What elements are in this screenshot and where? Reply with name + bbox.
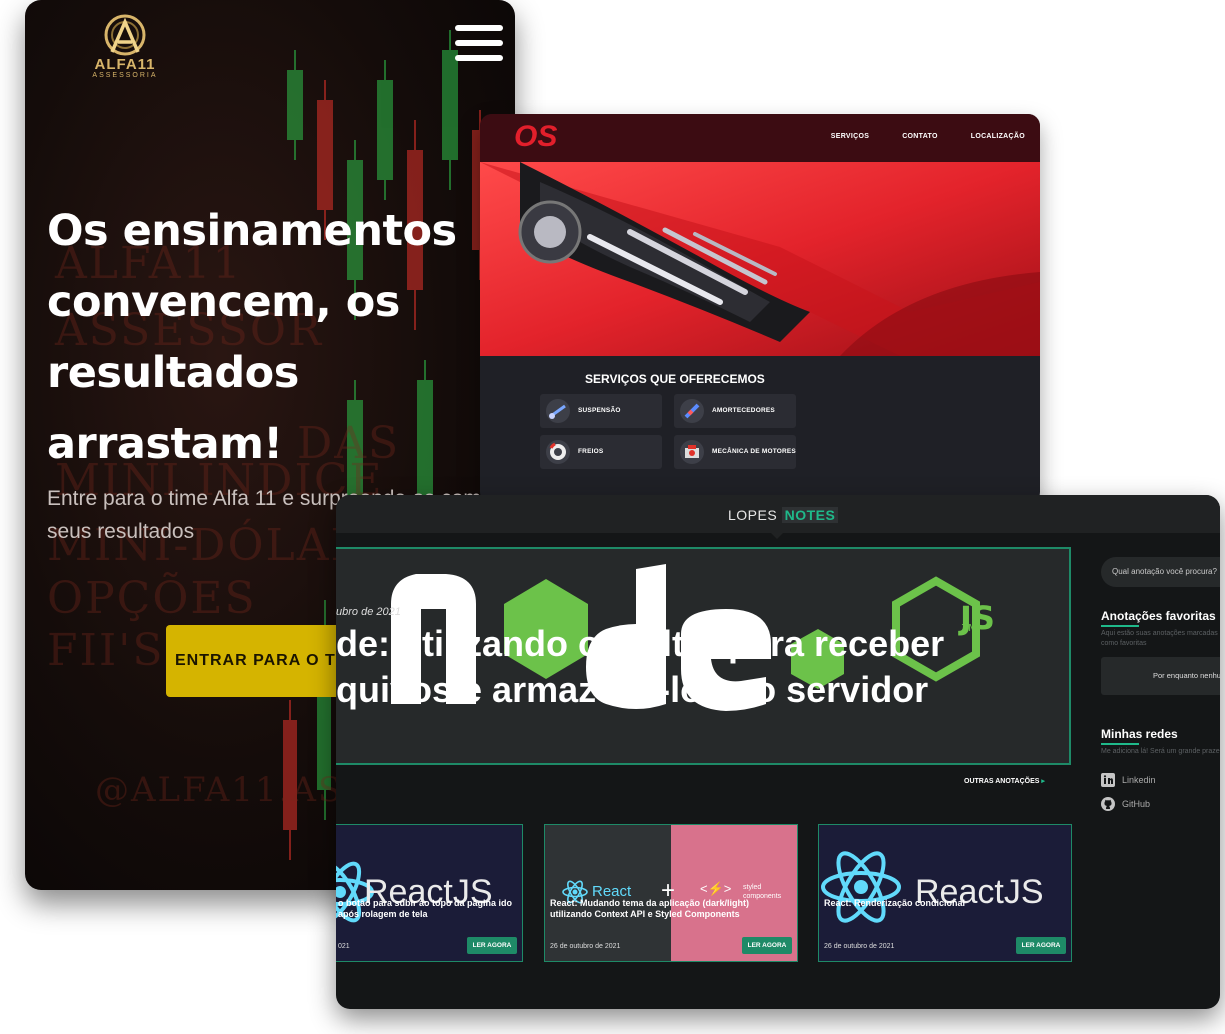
favorites-heading: Anotações favoritas bbox=[1101, 609, 1216, 627]
featured-note-card[interactable]: JS TM ubro de 2021 de: utilizando o Mult… bbox=[336, 547, 1071, 765]
lopes-notes-screen: LOPES NOTES JS TM ubro de 2021 de: utili… bbox=[336, 495, 1220, 1009]
post-date: 26 de outubro de 2021 bbox=[550, 943, 621, 950]
site-title-b: NOTES bbox=[781, 507, 839, 523]
styled-components-icon: <⚡> bbox=[700, 881, 732, 896]
top-navbar: OS SERVIÇOS CONTATO LOCALIZAÇÃO bbox=[480, 114, 1040, 162]
service-label: SUSPENSÃO bbox=[578, 407, 621, 414]
github-label: GitHub bbox=[1122, 799, 1151, 809]
favorites-description: Aqui estão suas anotações marcadas como … bbox=[1101, 630, 1218, 647]
logo-subtitle: ASSESSORIA bbox=[92, 72, 158, 79]
post-card[interactable]: ReactJS React: Renderização condicional … bbox=[818, 824, 1072, 962]
site-title-a: LOPES bbox=[728, 507, 778, 523]
suspension-icon bbox=[546, 399, 570, 423]
service-label: MECÂNICA DE MOTORES bbox=[712, 448, 796, 455]
nav-link-location[interactable]: LOCALIZAÇÃO bbox=[971, 133, 1025, 140]
other-notes-label: OUTRAS ANOTAÇÕES bbox=[964, 778, 1040, 785]
nav-link-services[interactable]: SERVIÇOS bbox=[831, 133, 869, 140]
post-date: 26 de outubro de 2021 bbox=[824, 943, 895, 950]
linkedin-icon bbox=[1101, 773, 1115, 787]
favorites-empty-box: Por enquanto nenhuma bbox=[1101, 657, 1220, 695]
read-now-button[interactable]: LER AGORA bbox=[467, 937, 517, 954]
read-now-button[interactable]: LER AGORA bbox=[742, 937, 792, 954]
notes-header: LOPES NOTES bbox=[336, 495, 1220, 539]
networks-heading: Minhas redes bbox=[1101, 727, 1178, 745]
post-date: 021 bbox=[338, 943, 350, 950]
brand-logo[interactable]: OS bbox=[514, 120, 557, 154]
showcase-stage: ALFA11 ASSESSOR MINI ÍNDICE MINI-DÓLAR O… bbox=[0, 0, 1225, 1034]
service-card-shock-absorbers[interactable]: AMORTECEDORES bbox=[674, 394, 796, 428]
post-title: React: Mudando tema da aplicação (dark/l… bbox=[550, 898, 750, 919]
featured-title-line: de: utilizando o Multer para receber bbox=[336, 623, 945, 664]
hamburger-menu-icon[interactable] bbox=[455, 25, 503, 65]
networks-description: Me adiciona lá! Será um grande prazer bbox=[1101, 748, 1220, 755]
chevron-right-icon: ▸ bbox=[1041, 778, 1045, 785]
bg-word: @ALFA11.ASS bbox=[95, 770, 368, 810]
logo-name: ALFA11 bbox=[94, 56, 156, 73]
featured-title-line: quivos e armazená-los no servidor bbox=[336, 669, 929, 710]
logo-emblem-icon bbox=[104, 14, 146, 56]
services-title: SERVIÇOS QUE OFERECEMOS bbox=[585, 372, 765, 386]
engine-icon bbox=[680, 440, 704, 464]
service-card-suspension[interactable]: SUSPENSÃO bbox=[540, 394, 662, 428]
hero-car-image bbox=[480, 162, 1040, 356]
post-title: o botão para subir ao topo da página ido… bbox=[338, 898, 513, 919]
hero-headline: Os ensinamentos convencem, os resultados… bbox=[47, 206, 457, 469]
bg-word: OPÇÕES bbox=[47, 573, 257, 624]
linkedin-link[interactable]: Linkedin bbox=[1101, 773, 1156, 787]
red-car-headlight-image bbox=[480, 162, 1040, 356]
post-card[interactable]: React + <⚡> styled components React: Mud… bbox=[544, 824, 798, 962]
linkedin-label: Linkedin bbox=[1122, 775, 1156, 785]
service-label: AMORTECEDORES bbox=[712, 407, 775, 414]
shock-absorber-icon bbox=[680, 399, 704, 423]
header-pointer bbox=[771, 533, 783, 539]
bg-word: FII'S bbox=[47, 625, 165, 676]
brake-disc-icon bbox=[546, 440, 570, 464]
featured-date: ubro de 2021 bbox=[336, 606, 401, 618]
car-services-screen: OS SERVIÇOS CONTATO LOCALIZAÇÃO SERVIÇOS… bbox=[480, 114, 1040, 504]
post-title: React: Renderização condicional bbox=[824, 898, 966, 908]
github-icon bbox=[1101, 797, 1115, 811]
alfa11-logo[interactable]: ALFA11 ASSESSORIA bbox=[70, 12, 180, 82]
other-notes-link[interactable]: OUTRAS ANOTAÇÕES ▸ bbox=[964, 777, 1045, 785]
nav-link-contact[interactable]: CONTATO bbox=[902, 133, 938, 140]
service-card-brakes[interactable]: FREIOS bbox=[540, 435, 662, 469]
featured-title[interactable]: de: utilizando o Multer para receber qui… bbox=[336, 621, 1069, 713]
site-title[interactable]: LOPES NOTES bbox=[728, 507, 839, 523]
service-card-engine[interactable]: MECÂNICA DE MOTORES bbox=[674, 435, 796, 469]
search-input[interactable]: Qual anotação você procura? bbox=[1101, 557, 1220, 587]
service-label: FREIOS bbox=[578, 448, 604, 455]
github-link[interactable]: GitHub bbox=[1101, 797, 1150, 811]
post-card[interactable]: ReactJS o botão para subir ao topo da pá… bbox=[336, 824, 523, 962]
read-now-button[interactable]: LER AGORA bbox=[1016, 937, 1066, 954]
